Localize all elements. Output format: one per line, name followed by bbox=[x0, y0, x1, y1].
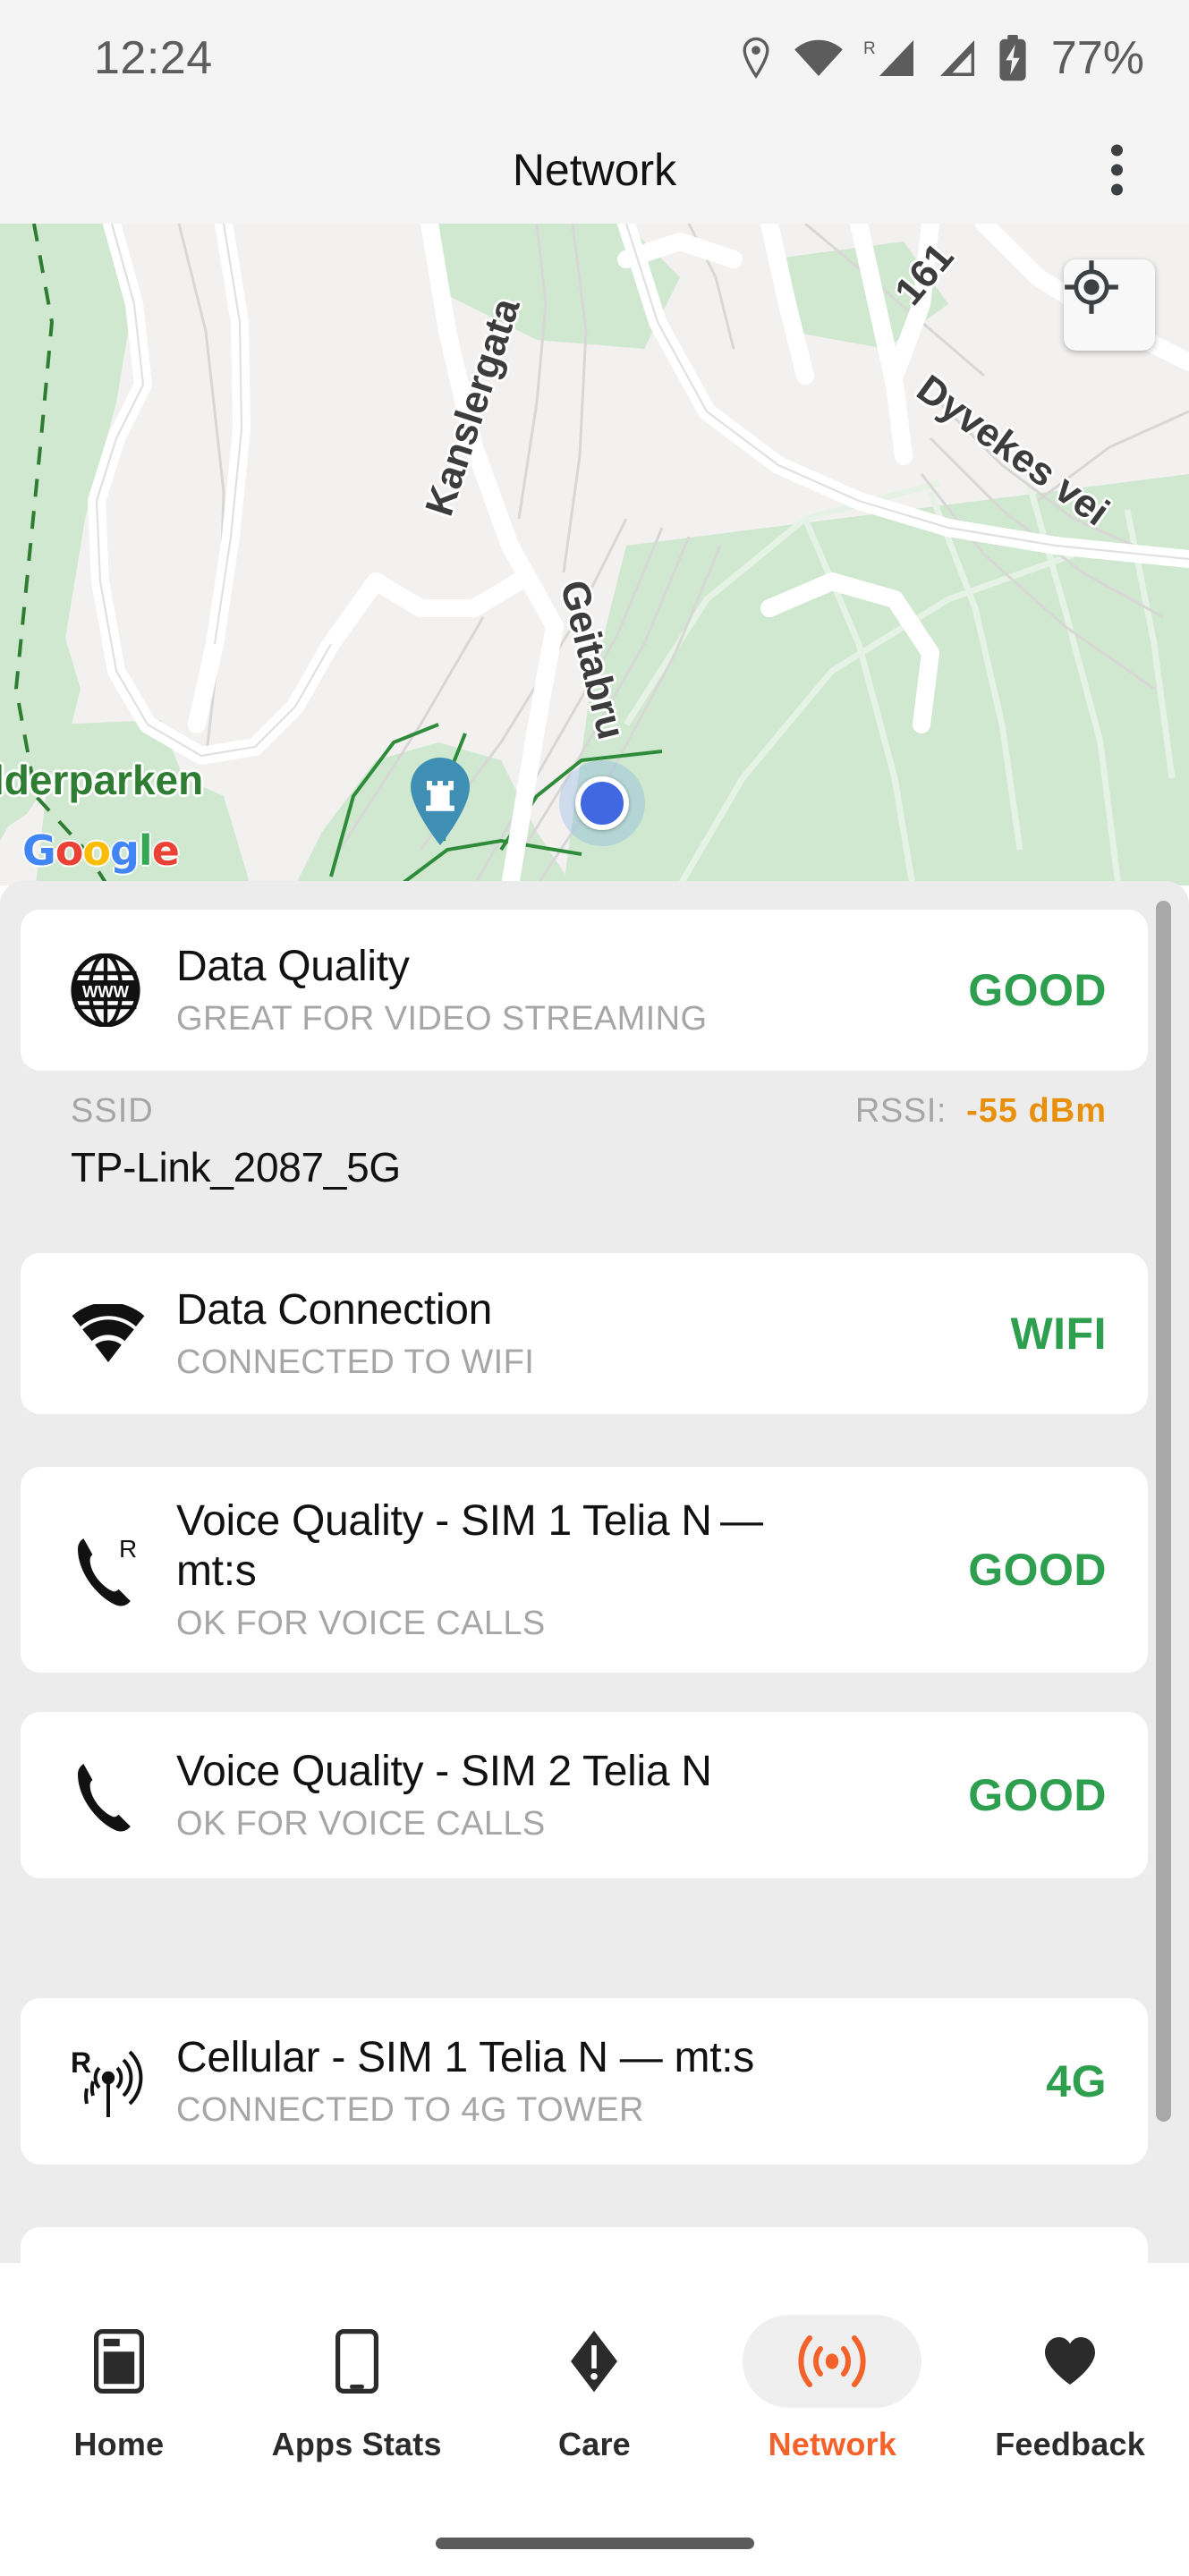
rssi-value: -55 dBm bbox=[966, 1092, 1107, 1130]
map-view[interactable]: Kanslergata 161 Dyvekes vei Geitabru lde… bbox=[0, 224, 1189, 886]
card-subtitle: OK FOR VOICE CALLS bbox=[176, 1805, 546, 1843]
rssi-label: RSSI: bbox=[854, 1092, 947, 1130]
svg-text:R: R bbox=[863, 39, 876, 58]
scrollbar-thumb[interactable] bbox=[1156, 901, 1171, 2122]
menu-dot-icon bbox=[1111, 144, 1123, 157]
app-bar: Network bbox=[0, 116, 1189, 224]
menu-dot-icon bbox=[1111, 183, 1123, 196]
status-badge: GOOD bbox=[968, 1545, 1107, 1595]
ssid-value: TP-Link_2087_5G bbox=[71, 1144, 401, 1191]
nav-pill bbox=[981, 2315, 1159, 2408]
nav-item-network[interactable]: Network bbox=[714, 2306, 951, 2463]
status-bar-icons: R 77% bbox=[738, 31, 1144, 85]
overflow-menu-button[interactable] bbox=[1099, 132, 1135, 208]
nav-pill bbox=[505, 2315, 684, 2408]
card-text-block: Voice Quality - SIM 2 Telia N OK FOR VOI… bbox=[176, 1747, 968, 1844]
status-bar: 12:24 R 77% bbox=[0, 0, 1189, 116]
card-title: Cellular - SIM 1 Telia N — mt:s bbox=[176, 2033, 754, 2081]
card-text-block: Voice Quality - SIM 1 Telia N — mt:s OK … bbox=[176, 1496, 968, 1643]
wifi-detail-row: SSID RSSI: -55 dBm TP-Link_2087_5G bbox=[21, 1092, 1148, 1191]
nav-pill-active bbox=[743, 2315, 922, 2408]
wifi-icon bbox=[72, 1304, 145, 1362]
status-badge: WIFI bbox=[1010, 1309, 1107, 1359]
ssid-label: SSID bbox=[71, 1092, 154, 1130]
nav-item-home[interactable]: Home bbox=[0, 2306, 237, 2463]
battery-charging-icon bbox=[999, 35, 1026, 81]
card-title: Data Quality bbox=[176, 942, 410, 990]
phone-outline-icon bbox=[335, 2329, 378, 2394]
nav-label: Network bbox=[768, 2426, 896, 2462]
card-voice-quality-sim1[interactable]: R Voice Quality - SIM 1 Telia N — mt:s O… bbox=[21, 1467, 1148, 1673]
card-voice-quality-sim2[interactable]: Voice Quality - SIM 2 Telia N OK FOR VOI… bbox=[21, 1712, 1148, 1878]
map-label-lderparken: lderparken bbox=[0, 757, 204, 803]
nav-label: Feedback bbox=[995, 2426, 1145, 2462]
card-text-block: Data Quality GREAT FOR VIDEO STREAMING bbox=[176, 942, 968, 1039]
nav-label: Apps Stats bbox=[271, 2426, 442, 2462]
svg-text:R: R bbox=[71, 2046, 91, 2079]
recenter-location-button[interactable] bbox=[1064, 259, 1155, 351]
card-icon-slot: WWW bbox=[71, 953, 176, 1027]
card-subtitle: GREAT FOR VIDEO STREAMING bbox=[176, 1000, 708, 1038]
card-title: Voice Quality - SIM 1 Telia N — mt:s bbox=[176, 1496, 763, 1595]
menu-dot-icon bbox=[1111, 164, 1123, 176]
status-bar-clock: 12:24 bbox=[94, 32, 213, 84]
home-gesture-handle[interactable] bbox=[435, 2538, 754, 2549]
card-data-quality[interactable]: WWW Data Quality GREAT FOR VIDEO STREAMI… bbox=[21, 910, 1148, 1071]
page-title: Network bbox=[512, 145, 677, 195]
card-cellular-sim1[interactable]: R Cellular - SIM 1 Telia N — mt:s CONNEC… bbox=[21, 1998, 1148, 2165]
nav-label: Care bbox=[558, 2426, 631, 2462]
svg-text:R: R bbox=[119, 1535, 137, 1563]
rssi-block: RSSI: -55 dBm bbox=[855, 1092, 1107, 1131]
card-icon-slot: R bbox=[71, 2042, 176, 2121]
nav-item-apps-stats[interactable]: Apps Stats bbox=[238, 2306, 475, 2463]
location-pin-icon bbox=[743, 37, 769, 80]
nav-pill bbox=[268, 2315, 446, 2408]
status-badge: GOOD bbox=[968, 1770, 1107, 1820]
nav-label: Home bbox=[73, 2426, 165, 2462]
card-icon-slot bbox=[71, 1304, 176, 1363]
card-text-block: Data Connection CONNECTED TO WIFI bbox=[176, 1285, 1010, 1383]
nav-pill bbox=[30, 2315, 208, 2408]
card-text-block: Cellular - SIM 1 Telia N — mt:s CONNECTE… bbox=[176, 2033, 1046, 2131]
current-location-dot-core bbox=[575, 776, 629, 830]
network-status-sheet: WWW Data Quality GREAT FOR VIDEO STREAMI… bbox=[0, 881, 1189, 2263]
signal-roaming-icon: R bbox=[863, 39, 913, 76]
svg-text:WWW: WWW bbox=[82, 982, 130, 1001]
card-data-connection[interactable]: Data Connection CONNECTED TO WIFI WIFI bbox=[21, 1253, 1148, 1414]
nav-item-care[interactable]: Care bbox=[476, 2306, 713, 2463]
card-icon-slot: R bbox=[71, 1530, 176, 1609]
castle-marker-icon[interactable] bbox=[407, 756, 473, 847]
battery-percent-label: 77% bbox=[1050, 32, 1144, 84]
wifi-detail-top: SSID RSSI: -55 dBm bbox=[71, 1092, 1107, 1131]
cell-tower-roaming-icon: R bbox=[71, 2046, 143, 2117]
signal-bars-icon bbox=[939, 40, 974, 76]
card-subtitle: CONNECTED TO WIFI bbox=[176, 1343, 535, 1382]
status-badge: 4G bbox=[1046, 2056, 1107, 2106]
card-subtitle: CONNECTED TO 4G TOWER bbox=[176, 2091, 644, 2130]
signal-broadcast-icon bbox=[798, 2335, 866, 2387]
card-next-partial[interactable] bbox=[21, 2227, 1148, 2263]
card-subtitle: OK FOR VOICE CALLS bbox=[176, 1605, 546, 1643]
app-screen: 12:24 R 77% Network Kanslergata 161 Dyve… bbox=[0, 0, 1189, 2576]
bottom-navigation: Home Apps Stats Care Network Feedback bbox=[0, 2263, 1189, 2576]
heart-icon bbox=[1045, 2337, 1096, 2385]
status-badge: GOOD bbox=[968, 965, 1107, 1015]
my-location-icon bbox=[1065, 260, 1118, 314]
card-title: Data Connection bbox=[176, 1285, 493, 1334]
google-attribution: Google bbox=[22, 826, 180, 875]
alert-diamond-icon bbox=[571, 2330, 618, 2393]
card-title: Voice Quality - SIM 2 Telia N bbox=[176, 1747, 712, 1795]
phone-roaming-icon: R bbox=[78, 1535, 137, 1606]
card-icon-slot bbox=[71, 1756, 176, 1835]
nav-item-feedback[interactable]: Feedback bbox=[952, 2306, 1189, 2463]
wifi-icon bbox=[794, 39, 843, 76]
www-globe-icon: WWW bbox=[71, 953, 140, 1027]
device-home-icon bbox=[93, 2329, 144, 2394]
phone-icon bbox=[78, 1764, 131, 1832]
